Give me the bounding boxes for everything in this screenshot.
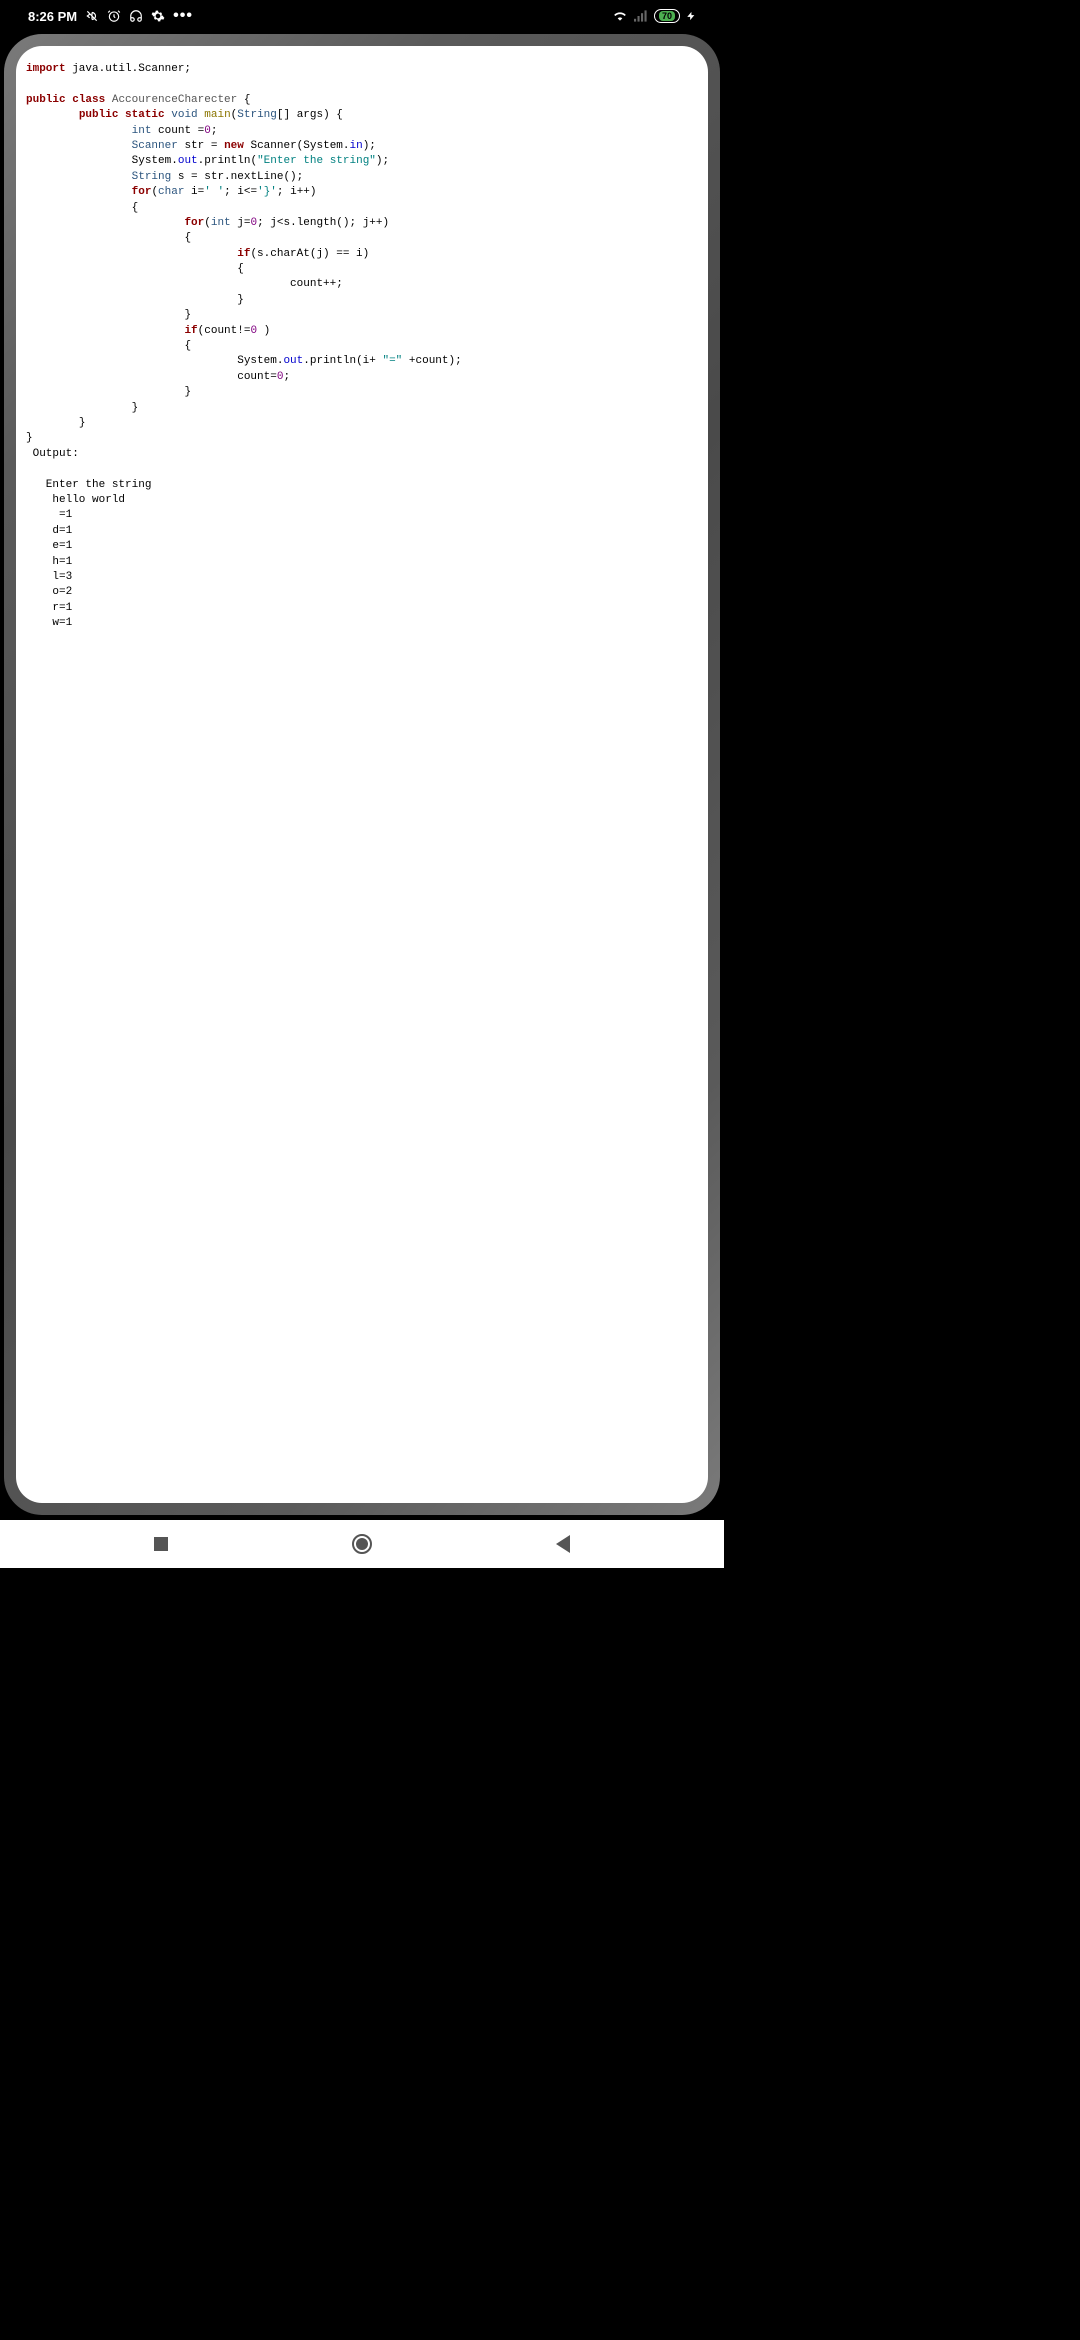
output-line: l=3 — [26, 571, 72, 583]
circle-icon — [352, 1534, 372, 1554]
square-icon — [154, 1537, 168, 1551]
more-icon: ••• — [173, 7, 193, 25]
charging-icon — [686, 9, 696, 23]
device-frame: import java.util.Scanner; public class A… — [4, 34, 720, 1515]
wifi-icon — [612, 9, 628, 23]
gear-icon — [151, 9, 165, 23]
output-line: e=1 — [26, 540, 72, 552]
battery-level: 70 — [659, 11, 675, 21]
alarm-icon — [107, 9, 121, 23]
output-line: hello world — [26, 494, 125, 506]
output-line: h=1 — [26, 556, 72, 568]
headphones-icon — [129, 9, 143, 23]
back-button[interactable] — [549, 1530, 577, 1558]
recent-apps-button[interactable] — [147, 1530, 175, 1558]
navigation-bar — [0, 1520, 724, 1568]
triangle-icon — [556, 1535, 570, 1553]
battery-icon: 70 — [654, 9, 680, 23]
status-time: 8:26 PM — [28, 9, 77, 24]
status-left: 8:26 PM ••• — [28, 7, 193, 25]
signal-icon — [634, 10, 648, 22]
code-viewer-screen[interactable]: import java.util.Scanner; public class A… — [16, 46, 708, 1503]
status-bar: 8:26 PM ••• 70 — [0, 0, 724, 32]
output-label: Output: — [26, 448, 79, 460]
output-line: =1 — [26, 509, 72, 521]
status-right: 70 — [612, 9, 696, 23]
output-line: w=1 — [26, 617, 72, 629]
code-content: import java.util.Scanner; public class A… — [26, 62, 698, 631]
output-line: r=1 — [26, 602, 72, 614]
output-line: d=1 — [26, 525, 72, 537]
mute-icon — [85, 9, 99, 23]
home-button[interactable] — [348, 1530, 376, 1558]
output-line: o=2 — [26, 586, 72, 598]
output-line: Enter the string — [26, 479, 151, 491]
